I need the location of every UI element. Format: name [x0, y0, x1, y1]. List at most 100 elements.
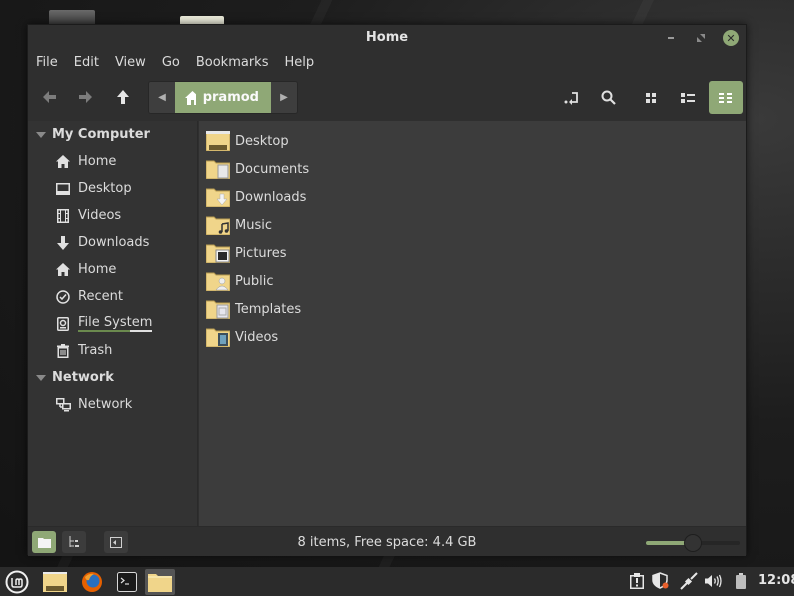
desktop-icon-home[interactable]	[180, 16, 224, 24]
folder-desktop-icon	[206, 131, 230, 151]
menu-help[interactable]: Help	[276, 53, 322, 73]
sidebar-item-label: Desktop	[78, 181, 132, 196]
path-crumb-label: pramod	[202, 90, 259, 105]
desktop-icon-computer[interactable]	[49, 10, 95, 24]
file-name: Documents	[235, 161, 310, 177]
path-crumb-home[interactable]: pramod	[175, 82, 271, 113]
sidebar-section-my-computer[interactable]: My Computer	[28, 121, 197, 148]
file-item-public[interactable]: Public	[206, 267, 273, 295]
list-view-icon	[681, 92, 695, 103]
file-name: Templates	[235, 301, 302, 317]
taskbar: 12:08	[0, 567, 794, 596]
desktop-icon	[55, 181, 71, 197]
arrow-left-icon	[43, 91, 56, 103]
path-scroll-right[interactable]: ▶	[271, 82, 297, 113]
files-icon	[148, 574, 172, 592]
icon-view-button[interactable]	[634, 81, 668, 114]
arrow-right-icon	[79, 91, 92, 103]
list-view-button[interactable]	[671, 81, 705, 114]
file-manager-window: Home ✕ File Edit View Go Bookmarks Help …	[27, 24, 747, 556]
file-name: Public	[235, 273, 274, 289]
terminal-icon	[117, 572, 137, 592]
maximize-button[interactable]	[693, 30, 709, 46]
file-name: Music	[235, 217, 272, 233]
terminal-launcher[interactable]	[112, 569, 142, 595]
expander-icon	[36, 131, 46, 138]
download-icon	[55, 235, 71, 251]
arrow-up-icon	[117, 90, 129, 104]
update-manager-applet[interactable]	[651, 570, 671, 592]
file-name: Desktop	[235, 133, 289, 149]
file-item-music[interactable]: Music	[206, 211, 272, 239]
clipboard-applet[interactable]	[627, 570, 647, 592]
trash-icon	[55, 343, 71, 359]
menu-bookmarks[interactable]: Bookmarks	[188, 53, 277, 73]
folder-documents-icon	[206, 160, 230, 179]
menu-button[interactable]	[2, 569, 32, 595]
file-item-pictures[interactable]: Pictures	[206, 239, 286, 267]
minimize-button[interactable]	[663, 30, 679, 46]
menu-go[interactable]: Go	[154, 53, 188, 73]
show-desktop-icon	[43, 572, 67, 592]
sound-applet[interactable]	[704, 570, 724, 592]
menu-edit[interactable]: Edit	[66, 53, 107, 73]
drive-icon	[55, 316, 71, 332]
network-icon	[55, 397, 71, 413]
search-button[interactable]	[592, 81, 626, 114]
sidebar-item-home[interactable]: Home	[28, 148, 197, 175]
section-title: My Computer	[52, 127, 150, 142]
file-item-desktop[interactable]: Desktop	[206, 127, 289, 155]
clock[interactable]: 12:08	[758, 573, 794, 588]
sidebar-item-network[interactable]: Network	[28, 391, 197, 418]
file-item-videos[interactable]: Videos	[206, 323, 278, 351]
expander-icon	[36, 374, 46, 381]
compact-view-button[interactable]	[709, 81, 743, 114]
home-icon	[185, 90, 196, 105]
sidebar-item-downloads[interactable]: Downloads	[28, 229, 197, 256]
show-desktop-button[interactable]	[40, 569, 70, 595]
folder-downloads-icon	[206, 188, 230, 207]
zoom-slider-handle[interactable]	[684, 534, 702, 552]
firefox-icon	[82, 572, 102, 592]
sidebar-item-label: Videos	[78, 208, 122, 223]
menu-view[interactable]: View	[107, 53, 154, 73]
zoom-slider[interactable]	[646, 534, 740, 552]
sidebar-item-desktop[interactable]: Desktop	[28, 175, 197, 202]
files-task[interactable]	[145, 569, 175, 595]
folder-public-icon	[206, 272, 230, 291]
sidebar: My Computer Home Desktop Videos Download…	[28, 121, 198, 526]
sidebar-item-label: Downloads	[78, 235, 150, 250]
file-item-templates[interactable]: Templates	[206, 295, 301, 323]
network-applet[interactable]	[679, 570, 699, 592]
firefox-launcher[interactable]	[77, 569, 107, 595]
icon-view-icon	[646, 92, 656, 103]
toolbar: ◀ pramod ▶	[28, 81, 746, 115]
back-button[interactable]	[34, 81, 66, 113]
forward-button[interactable]	[70, 81, 102, 113]
file-item-documents[interactable]: Documents	[206, 155, 309, 183]
file-name: Downloads	[235, 189, 307, 205]
file-item-downloads[interactable]: Downloads	[206, 183, 306, 211]
sidebar-section-network[interactable]: Network	[28, 364, 197, 391]
sidebar-item-recent[interactable]: Recent	[28, 283, 197, 310]
up-button[interactable]	[107, 81, 139, 113]
window-title: Home	[365, 30, 409, 45]
battery-icon	[736, 573, 746, 589]
sidebar-item-videos[interactable]: Videos	[28, 202, 197, 229]
pathbar: ◀ pramod ▶	[148, 81, 298, 114]
sidebar-item-trash[interactable]: Trash	[28, 337, 197, 364]
titlebar[interactable]: Home ✕	[28, 25, 746, 51]
path-scroll-left[interactable]: ◀	[149, 82, 175, 113]
folder-music-icon	[206, 216, 230, 235]
file-list[interactable]: Desktop Documents Downloads Music Pictur…	[199, 121, 746, 526]
file-name: Videos	[235, 329, 279, 345]
sidebar-item-file-system[interactable]: File System	[28, 310, 197, 337]
network-cable-icon	[680, 572, 698, 590]
close-button[interactable]: ✕	[723, 30, 739, 46]
toggle-location-button[interactable]	[555, 81, 589, 114]
clipboard-icon	[630, 573, 644, 589]
menu-file[interactable]: File	[28, 53, 66, 73]
compact-view-icon	[719, 92, 732, 103]
power-applet[interactable]	[731, 570, 751, 592]
sidebar-item-home-2[interactable]: Home	[28, 256, 197, 283]
